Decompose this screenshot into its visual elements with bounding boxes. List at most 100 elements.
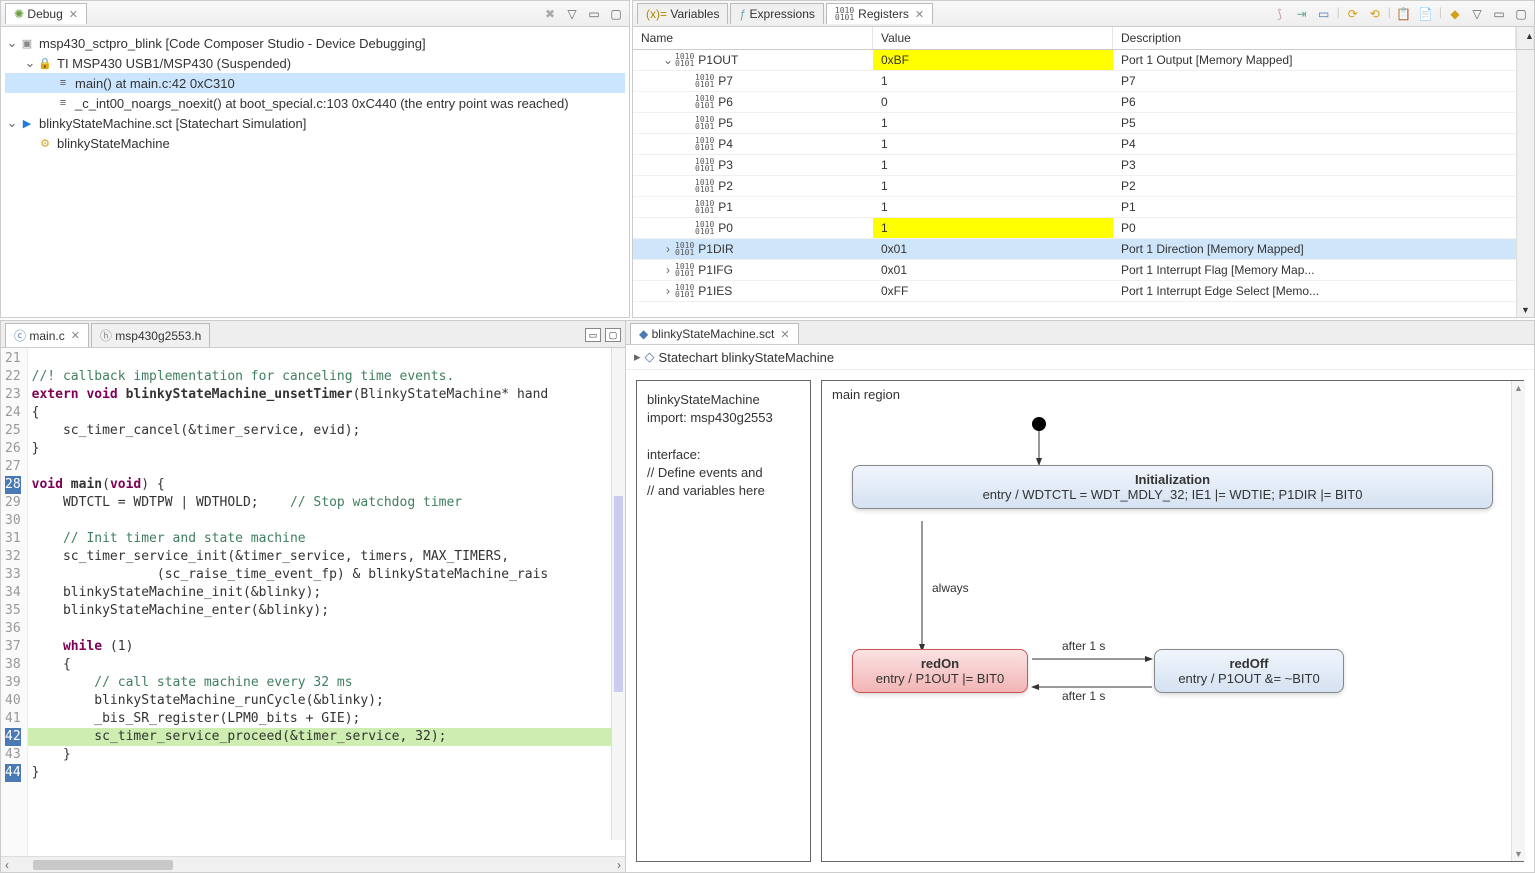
horizontal-scrollbar[interactable]: ‹› <box>1 856 625 872</box>
code-line[interactable]: blinkyStateMachine_enter(&blinky); <box>28 602 625 620</box>
minimize-icon[interactable]: ▭ <box>1490 5 1508 23</box>
tab-variables[interactable]: (x)= Variables <box>637 3 728 24</box>
expand-icon[interactable]: › <box>661 242 675 256</box>
code-line[interactable]: void main(void) { <box>28 476 625 494</box>
code-editor[interactable]: 2122232425262728293031323334353637383940… <box>1 348 625 856</box>
register-row[interactable]: 10100101P31P3 <box>633 155 1516 176</box>
code-line[interactable]: } <box>28 764 625 782</box>
register-value[interactable]: 1 <box>873 113 1113 134</box>
close-icon[interactable]: ✕ <box>915 8 924 21</box>
code-line[interactable] <box>28 620 625 638</box>
toolbar-icon[interactable]: 📄 <box>1417 5 1435 23</box>
col-value[interactable]: Value <box>873 27 1113 49</box>
code-line[interactable] <box>28 458 625 476</box>
maximize-icon[interactable]: ▢ <box>605 328 621 342</box>
state-redon[interactable]: redOn entry / P1OUT |= BIT0 <box>852 649 1028 693</box>
toolbar-icon[interactable]: ⇥ <box>1293 5 1311 23</box>
view-menu-icon[interactable]: ▽ <box>563 5 581 23</box>
line-number[interactable]: 36 <box>5 620 21 638</box>
statechart-definitions[interactable]: blinkyStateMachine import: msp430g2553 i… <box>636 380 811 862</box>
scroll-up-icon[interactable]: ▲ <box>1516 27 1534 49</box>
col-description[interactable]: Description <box>1113 27 1516 49</box>
register-value[interactable]: 0x01 <box>873 260 1113 281</box>
tab-registers[interactable]: 10100101 Registers ✕ <box>826 3 933 24</box>
code-line[interactable]: _bis_SR_register(LPM0_bits + GIE); <box>28 710 625 728</box>
toolbar-icon[interactable]: ⟆ <box>1271 5 1289 23</box>
code-line[interactable]: } <box>28 440 625 458</box>
expand-icon[interactable]: › <box>661 284 675 298</box>
line-number[interactable]: 40 <box>5 692 21 710</box>
overview-ruler[interactable] <box>611 348 625 840</box>
toolbar-icon[interactable]: ▭ <box>1315 5 1333 23</box>
code-line[interactable] <box>28 350 625 368</box>
line-number[interactable]: 26 <box>5 440 21 458</box>
registers-table-body[interactable]: ⌄10100101P1OUT0xBFPort 1 Output [Memory … <box>633 50 1516 317</box>
line-number[interactable]: 29 <box>5 494 21 512</box>
line-number[interactable]: 30 <box>5 512 21 530</box>
toolbar-icon[interactable]: ⟲ <box>1366 5 1384 23</box>
register-value[interactable]: 0xBF <box>873 50 1113 71</box>
tab-main-c[interactable]: ⓒ main.c ✕ <box>5 323 89 347</box>
maximize-icon[interactable]: ▢ <box>607 5 625 23</box>
tab-header[interactable]: ⓗ msp430g2553.h <box>91 323 210 347</box>
scrollbar[interactable]: ▲▼ <box>1511 381 1525 861</box>
minimize-icon[interactable]: ▭ <box>585 5 603 23</box>
tree-root[interactable]: ⌄ ▣ msp430_sctpro_blink [Code Composer S… <box>5 33 625 53</box>
stack-frame-main[interactable]: ≡ main() at main.c:42 0xC310 <box>5 73 625 93</box>
debug-tree[interactable]: ⌄ ▣ msp430_sctpro_blink [Code Composer S… <box>1 27 629 317</box>
register-value[interactable]: 0x01 <box>873 239 1113 260</box>
register-value[interactable]: 1 <box>873 176 1113 197</box>
register-value[interactable]: 1 <box>873 197 1113 218</box>
tab-debug[interactable]: ✺ Debug ✕ <box>5 3 87 24</box>
register-row[interactable]: 10100101P01P0 <box>633 218 1516 239</box>
line-number[interactable]: 33 <box>5 566 21 584</box>
register-row[interactable]: 10100101P21P2 <box>633 176 1516 197</box>
expand-icon[interactable]: ⌄ <box>5 115 19 131</box>
register-row[interactable]: ›10100101P1IES0xFFPort 1 Interrupt Edge … <box>633 281 1516 302</box>
line-number[interactable]: 24 <box>5 404 21 422</box>
line-number[interactable]: 34 <box>5 584 21 602</box>
toolbar-icon[interactable]: ◆ <box>1446 5 1464 23</box>
line-number[interactable]: 23 <box>5 386 21 404</box>
line-number[interactable]: 41 <box>5 710 21 728</box>
line-number[interactable]: 44 <box>5 764 21 782</box>
code-line[interactable]: // call state machine every 32 ms <box>28 674 625 692</box>
tab-statechart[interactable]: ◆ blinkyStateMachine.sct ✕ <box>630 323 799 344</box>
code-line[interactable]: (sc_raise_time_event_fp) & blinkyStateMa… <box>28 566 625 584</box>
register-row[interactable]: 10100101P11P1 <box>633 197 1516 218</box>
close-icon[interactable]: ✕ <box>71 329 80 342</box>
remove-terminated-icon[interactable]: ✖ <box>541 5 559 23</box>
code-line[interactable]: WDTCTL = WDTPW | WDTHOLD; // Stop watchd… <box>28 494 625 512</box>
line-number[interactable]: 31 <box>5 530 21 548</box>
toolbar-icon[interactable]: 📋 <box>1395 5 1413 23</box>
register-row[interactable]: 10100101P60P6 <box>633 92 1516 113</box>
code-line[interactable]: } <box>28 746 625 764</box>
code-line[interactable]: blinkyStateMachine_runCycle(&blinky); <box>28 692 625 710</box>
line-number[interactable]: 28 <box>5 476 21 494</box>
line-number[interactable]: 43 <box>5 746 21 764</box>
code-line[interactable]: extern void blinkyStateMachine_unsetTime… <box>28 386 625 404</box>
view-menu-icon[interactable]: ▽ <box>1468 5 1486 23</box>
register-row[interactable]: 10100101P41P4 <box>633 134 1516 155</box>
register-value[interactable]: 1 <box>873 155 1113 176</box>
expand-icon[interactable]: ⌄ <box>23 55 37 71</box>
breadcrumb[interactable]: ▸ ◇ Statechart blinkyStateMachine <box>626 345 1534 370</box>
register-value[interactable]: 0 <box>873 92 1113 113</box>
minimize-icon[interactable]: ▭ <box>585 328 601 342</box>
line-number[interactable]: 25 <box>5 422 21 440</box>
code-line[interactable]: while (1) <box>28 638 625 656</box>
scrollbar[interactable]: ▼ <box>1516 50 1534 317</box>
register-value[interactable]: 0xFF <box>873 281 1113 302</box>
register-row[interactable]: ›10100101P1DIR0x01Port 1 Direction [Memo… <box>633 239 1516 260</box>
code-line[interactable]: sc_timer_service_init(&timer_service, ti… <box>28 548 625 566</box>
col-name[interactable]: Name <box>633 27 873 49</box>
register-row[interactable]: ⌄10100101P1OUT0xBFPort 1 Output [Memory … <box>633 50 1516 71</box>
close-icon[interactable]: ✕ <box>69 8 78 21</box>
code-line[interactable]: sc_timer_cancel(&timer_service, evid); <box>28 422 625 440</box>
register-row[interactable]: 10100101P71P7 <box>633 71 1516 92</box>
maximize-icon[interactable]: ▢ <box>1512 5 1530 23</box>
line-number[interactable]: 22 <box>5 368 21 386</box>
code-line[interactable]: { <box>28 656 625 674</box>
state-initialization[interactable]: Initialization entry / WDTCTL = WDT_MDLY… <box>852 465 1493 509</box>
line-number[interactable]: 27 <box>5 458 21 476</box>
